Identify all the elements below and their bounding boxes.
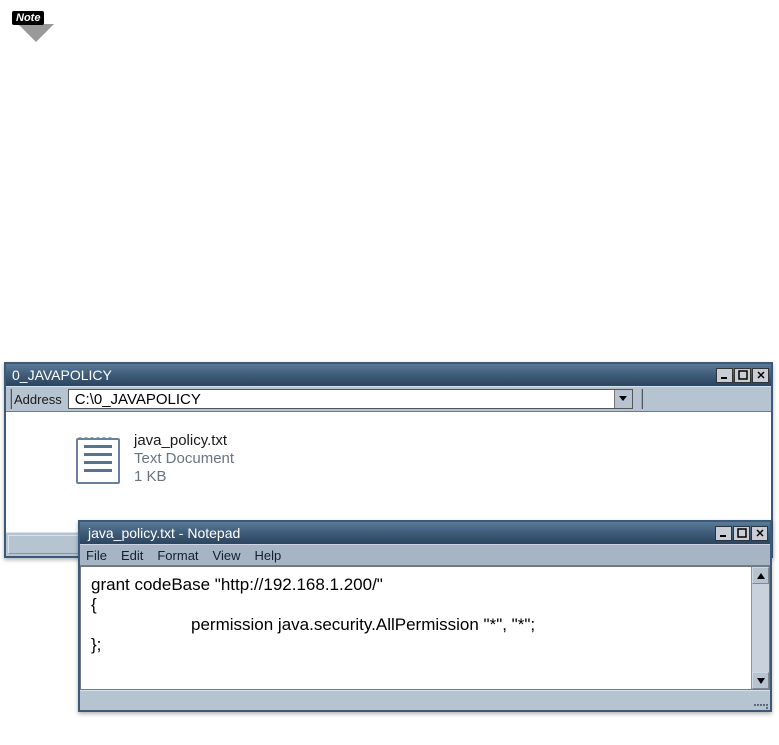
address-label: Address xyxy=(10,389,68,409)
notepad-body: grant codeBase "http://192.168.1.200/" {… xyxy=(80,566,770,690)
menu-edit[interactable]: Edit xyxy=(121,548,143,563)
minimize-button[interactable] xyxy=(716,368,733,383)
minimize-button[interactable] xyxy=(715,526,732,541)
code-line-1: grant codeBase "http://192.168.1.200/" xyxy=(91,575,383,594)
resize-grip-icon[interactable] xyxy=(752,693,768,709)
maximize-button[interactable] xyxy=(733,526,750,541)
file-name[interactable]: java_policy.txt xyxy=(134,432,234,450)
menu-help[interactable]: Help xyxy=(254,548,281,563)
code-line-3: permission java.security.AllPermission "… xyxy=(91,615,535,635)
code-line-4: }; xyxy=(91,635,101,654)
maximize-button[interactable] xyxy=(734,368,751,383)
scroll-up-button[interactable] xyxy=(752,567,769,584)
explorer-content[interactable]: java_policy.txt Text Document 1 KB xyxy=(6,412,771,532)
file-type: Text Document xyxy=(134,450,234,468)
notepad-statusbar xyxy=(80,690,770,710)
note-label: Note xyxy=(12,11,44,25)
note-badge: Note xyxy=(12,8,74,50)
address-combo[interactable] xyxy=(68,389,633,409)
file-size: 1 KB xyxy=(134,468,234,486)
scroll-down-button[interactable] xyxy=(752,672,769,689)
explorer-title: 0_JAVAPOLICY xyxy=(12,367,715,383)
file-meta: java_policy.txt Text Document 1 KB xyxy=(134,432,234,486)
address-input[interactable] xyxy=(69,390,614,408)
address-bar: Address xyxy=(6,386,771,412)
notepad-title: java_policy.txt - Notepad xyxy=(88,525,714,541)
toolbar-spacer xyxy=(641,389,751,409)
text-file-icon[interactable] xyxy=(74,432,122,486)
notepad-menubar: File Edit Format View Help xyxy=(80,544,770,566)
code-line-2: { xyxy=(91,595,97,614)
menu-format[interactable]: Format xyxy=(157,548,198,563)
editor-area[interactable]: grant codeBase "http://192.168.1.200/" {… xyxy=(81,567,751,689)
notepad-window: java_policy.txt - Notepad File Edit Form… xyxy=(78,520,772,712)
note-triangle-icon xyxy=(18,24,54,42)
close-button[interactable] xyxy=(752,368,769,383)
vertical-scrollbar[interactable] xyxy=(751,567,769,689)
explorer-titlebar[interactable]: 0_JAVAPOLICY xyxy=(6,364,771,386)
address-dropdown-button[interactable] xyxy=(614,390,632,408)
notepad-titlebar[interactable]: java_policy.txt - Notepad xyxy=(80,522,770,544)
menu-view[interactable]: View xyxy=(213,548,241,563)
menu-file[interactable]: File xyxy=(86,548,107,563)
close-button[interactable] xyxy=(751,526,768,541)
